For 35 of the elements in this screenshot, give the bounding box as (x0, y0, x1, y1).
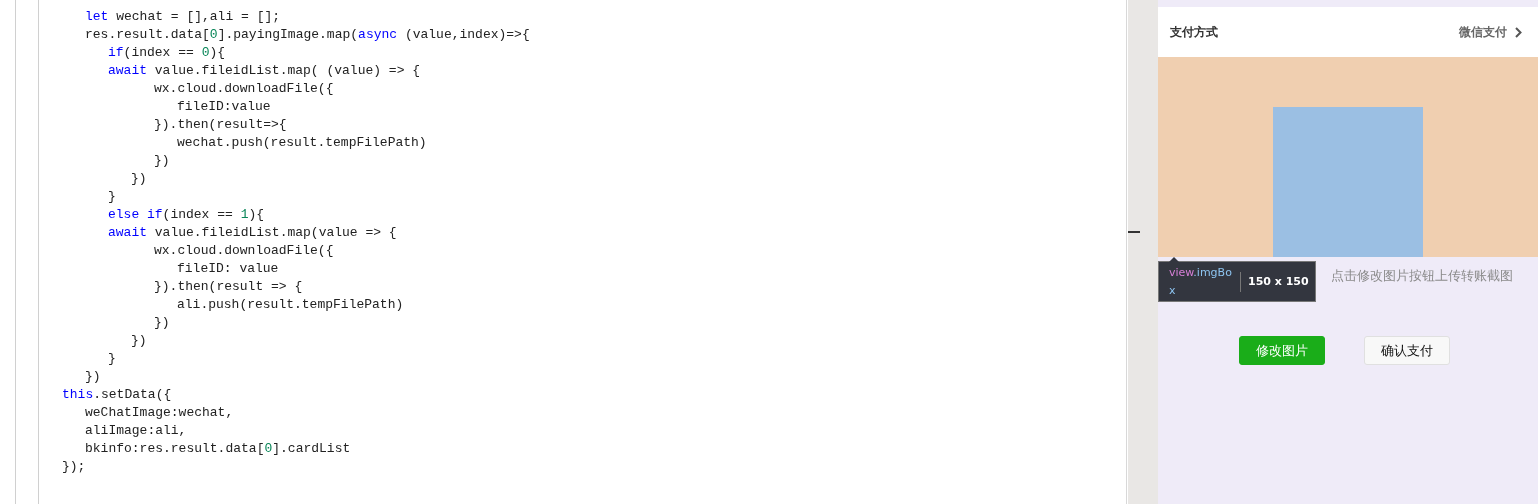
code-line: wx.cloud.downloadFile({ (153, 80, 334, 98)
code-line: await value.fileidList.map(value => { (107, 224, 397, 242)
code-line: }) (153, 152, 170, 170)
code-line: if(index == 0){ (107, 44, 226, 62)
code-line: res.result.data[0].payingImage.map(async (value,index)=>{ (84, 26, 530, 44)
code-line: aliImage:ali, (84, 422, 187, 440)
splitter[interactable] (1127, 0, 1158, 504)
code-line: } (107, 350, 116, 368)
code-line: this.setData({ (61, 386, 172, 404)
code-line: } (107, 188, 116, 206)
code-line: ali.push(result.tempFilePath) (176, 296, 404, 314)
element-size: 150 x 150 (1248, 275, 1309, 288)
element-selector: view.imgBox (1169, 264, 1233, 299)
code-line: }) (130, 332, 147, 350)
code-line: await value.fileidList.map( (value) => { (107, 62, 421, 80)
code-line: wx.cloud.downloadFile({ (153, 242, 334, 260)
upload-hint: 点击修改图片按钮上传转账截图 (1331, 267, 1513, 285)
payment-method-row[interactable]: 支付方式 微信支付 (1158, 7, 1538, 57)
code-line: }).then(result => { (153, 278, 303, 296)
code-line: }); (61, 458, 86, 476)
code-line: fileID: value (176, 260, 279, 278)
row-value: 微信支付 (1459, 23, 1507, 41)
code-line: wechat.push(result.tempFilePath) (176, 134, 427, 152)
code-line: }) (130, 170, 147, 188)
code-line: let wechat = [],ali = []; (84, 8, 281, 26)
chevron-right-icon (1515, 26, 1522, 38)
code-line: fileID:value (176, 98, 271, 116)
code-line: }) (153, 314, 170, 332)
code-line: bkinfo:res.result.data[0].cardList (84, 440, 351, 458)
code-line: else if(index == 1){ (107, 206, 265, 224)
code-line: }) (84, 368, 101, 386)
row-label: 支付方式 (1170, 23, 1218, 41)
code-line: }).then(result=>{ (153, 116, 287, 134)
confirm-button[interactable]: 确认支付 (1364, 336, 1450, 365)
code-line: weChatImage:wechat, (84, 404, 234, 422)
